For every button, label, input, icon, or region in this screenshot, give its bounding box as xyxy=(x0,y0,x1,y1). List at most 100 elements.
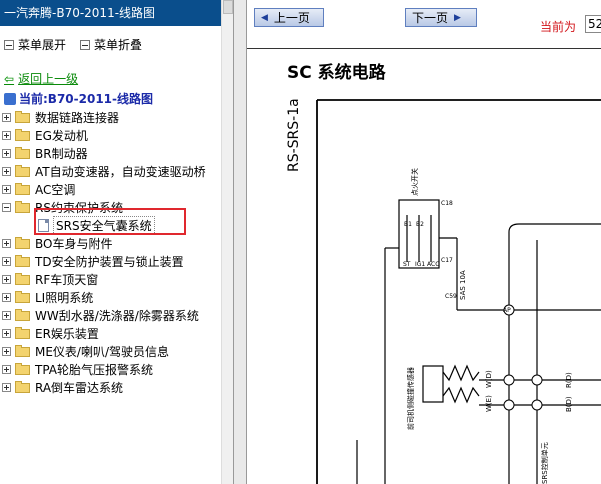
folder-open-icon xyxy=(15,201,31,213)
folder-icon xyxy=(15,309,31,321)
folder-icon xyxy=(15,345,31,357)
window-title: 一汽奔腾-B70-2011-线路图 xyxy=(0,0,224,26)
pin-label: ACC xyxy=(427,261,439,268)
expand-toggle-icon[interactable] xyxy=(2,346,11,356)
connector-code: C17 xyxy=(441,257,453,264)
tree-node-label: ME仪表/喇叭/驾驶员信息 xyxy=(35,344,170,359)
menu-collapse-button[interactable]: 菜单折叠 xyxy=(80,36,142,53)
tree-node-ra[interactable]: RA倒车雷达系统 xyxy=(2,378,220,396)
expand-toggle-icon[interactable] xyxy=(2,382,11,392)
collapse-toggle-icon[interactable] xyxy=(2,202,11,212)
tree-node-label: LI照明系统 xyxy=(35,290,94,305)
tree-node-label-selected: SRS安全气囊系统 xyxy=(53,215,155,235)
expand-toggle-icon[interactable] xyxy=(2,274,11,284)
tree-node-ww[interactable]: WW刮水器/洗涤器/除雾器系统 xyxy=(2,306,220,324)
menu-collapse-label: 菜单折叠 xyxy=(94,38,143,52)
tree-node-bo[interactable]: BO车身与附件 xyxy=(2,234,220,252)
tree-node-tpa[interactable]: TPA轮胎气压报警系统 xyxy=(2,360,220,378)
menu-expand-button[interactable]: 菜单展开 xyxy=(4,36,66,53)
expand-toggle-icon[interactable] xyxy=(2,184,11,194)
tree-node-ac[interactable]: AC空调 xyxy=(2,180,220,198)
left-scrollbar[interactable] xyxy=(221,0,233,484)
tree-node-label: TPA轮胎气压报警系统 xyxy=(35,362,154,377)
tree-node-td[interactable]: TD安全防护装置与锁止装置 xyxy=(2,252,220,270)
back-link-label: 返回上一级 xyxy=(18,72,79,86)
back-arrow-icon: ⇦ xyxy=(4,71,15,86)
expand-toggle-icon[interactable] xyxy=(2,256,11,266)
connector-code: AP xyxy=(503,307,511,314)
wire-code: W(E) xyxy=(485,395,493,412)
tree-node-br[interactable]: BR制动器 xyxy=(2,144,220,162)
tree-node-at[interactable]: AT自动变速器，自动变速驱动桥 xyxy=(2,162,220,180)
tree-node-me[interactable]: ME仪表/喇叭/驾驶员信息 xyxy=(2,342,220,360)
fuse-label: SAS 10A xyxy=(459,270,467,300)
expand-toggle-icon[interactable] xyxy=(2,148,11,158)
folder-icon xyxy=(15,381,31,393)
connector-code: C18 xyxy=(441,200,453,207)
back-link[interactable]: ⇦ 返回上一级 xyxy=(4,70,78,87)
pin-label: B2 xyxy=(416,221,424,228)
current-location: 当前:B70-2011-线路图 xyxy=(4,90,153,107)
expand-toggle-icon[interactable] xyxy=(2,328,11,338)
tree-node-rs[interactable]: RS约束保护系统 xyxy=(2,198,220,216)
tree-node-label: RA倒车雷达系统 xyxy=(35,380,124,395)
menu-expand-label: 菜单展开 xyxy=(18,38,67,52)
wire-code: B(D) xyxy=(565,396,573,412)
control-unit-label: SRS控制单元 xyxy=(540,442,549,484)
tree-node-er[interactable]: ER娱乐装置 xyxy=(2,324,220,342)
folder-icon xyxy=(15,237,31,249)
wire-code: R(D) xyxy=(565,372,573,388)
page-side-label: RS-SRS-1a xyxy=(286,98,302,172)
document-icon xyxy=(38,218,49,232)
folder-icon xyxy=(15,363,31,375)
scrollbar-thumb[interactable] xyxy=(223,0,233,14)
tree-node-label: TD安全防护装置与锁止装置 xyxy=(35,254,184,269)
menu-controls: 菜单展开 菜单折叠 xyxy=(4,36,142,53)
pin-label: IG1 xyxy=(415,261,425,268)
tree-node-label: RS约束保护系统 xyxy=(35,200,123,215)
connector-code: C59 xyxy=(445,293,457,300)
tree-node-srs[interactable]: SRS安全气囊系统 xyxy=(2,215,220,235)
folder-icon xyxy=(15,129,31,141)
folder-icon xyxy=(15,147,31,159)
tree-node-label: 数据链路连接器 xyxy=(35,110,120,125)
folder-icon xyxy=(15,291,31,303)
folder-icon xyxy=(15,273,31,285)
expand-toggle-icon[interactable] xyxy=(2,238,11,248)
expand-toggle-icon[interactable] xyxy=(2,130,11,140)
document-pane: ◀ 上一页 下一页 ▶ 当前为 SC 系统电路 xyxy=(247,0,601,484)
tree-node-rf[interactable]: RF车顶天窗 xyxy=(2,270,220,288)
tree-node-label: AC空调 xyxy=(35,182,76,197)
current-location-label: 当前:B70-2011-线路图 xyxy=(19,92,154,106)
folder-icon xyxy=(15,255,31,267)
wire-code: W(D) xyxy=(485,370,493,388)
tree-view: 数据链路连接器 EG发动机 BR制动器 AT自动变速器，自动变速驱动桥 AC空调… xyxy=(2,108,220,396)
tree-node-label: WW刮水器/洗涤器/除雾器系统 xyxy=(35,308,199,323)
tree-node-connector[interactable]: 数据链路连接器 xyxy=(2,108,220,126)
pin-label: B1 xyxy=(404,221,412,228)
tree-node-label: RF车顶天窗 xyxy=(35,272,99,287)
tree-node-label: BO车身与附件 xyxy=(35,236,113,251)
left-pane: 一汽奔腾-B70-2011-线路图 菜单展开 菜单折叠 ⇦ 返回上一级 当前:B… xyxy=(0,0,233,484)
folder-icon xyxy=(15,165,31,177)
tree-node-label: AT自动变速器，自动变速驱动桥 xyxy=(35,164,206,179)
tree-node-eg[interactable]: EG发动机 xyxy=(2,126,220,144)
expand-toggle-icon[interactable] xyxy=(2,310,11,320)
tree-node-label: BR制动器 xyxy=(35,146,88,161)
tree-node-label: EG发动机 xyxy=(35,128,88,143)
expand-toggle-icon[interactable] xyxy=(2,292,11,302)
pane-splitter[interactable] xyxy=(233,0,247,484)
pin-label: ST xyxy=(403,261,411,268)
folder-icon xyxy=(15,183,31,195)
ignition-switch-label: 点火开关 xyxy=(410,168,419,196)
folder-icon xyxy=(15,327,31,339)
tree-node-li[interactable]: LI照明系统 xyxy=(2,288,220,306)
expand-icon xyxy=(4,39,14,50)
collapse-icon xyxy=(80,39,91,50)
book-icon xyxy=(4,92,16,105)
wiring-diagram: C18 C17 C59 AP B1 B2 ST IG1 ACC 点火开关 SAS… xyxy=(316,99,601,484)
sensor-label: 前司机侧碰撞传感器 xyxy=(406,367,415,430)
expand-toggle-icon[interactable] xyxy=(2,364,11,374)
expand-toggle-icon[interactable] xyxy=(2,166,11,176)
expand-toggle-icon[interactable] xyxy=(2,112,11,122)
